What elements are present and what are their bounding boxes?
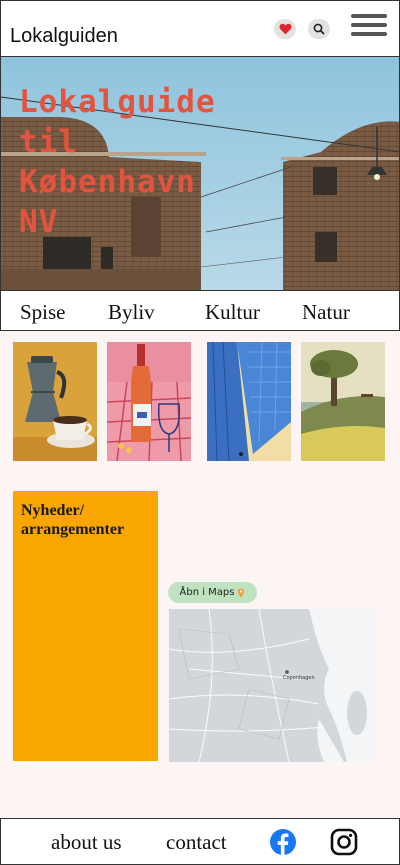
category-image-spise[interactable]: [13, 342, 97, 461]
hero-title-line: NV: [19, 204, 59, 240]
news-events-title: Nyheder/ arrangementer: [21, 501, 150, 539]
tree-illustration: [301, 342, 385, 461]
hero-banner: Lokalguide til København NV: [0, 57, 400, 290]
map-preview[interactable]: Copenhagen: [169, 609, 374, 762]
news-title-line: Nyheder/: [21, 502, 85, 519]
category-byliv[interactable]: Byliv: [108, 300, 155, 325]
hero-title: Lokalguide til København NV: [19, 82, 259, 242]
category-kultur[interactable]: Kultur: [205, 300, 260, 325]
moka-pot-illustration: [13, 342, 97, 461]
wine-illustration: [107, 342, 191, 461]
facebook-icon[interactable]: [269, 828, 297, 856]
search-icon: [313, 23, 325, 35]
map-graphic: Copenhagen: [169, 609, 374, 762]
favorites-button[interactable]: [274, 19, 296, 39]
open-in-maps-label: Åbn i Maps: [179, 587, 235, 598]
hamburger-menu-icon[interactable]: [351, 14, 387, 38]
building-illustration: [207, 342, 291, 461]
category-nav: Spise Byliv Kultur Natur: [0, 290, 400, 331]
brand-title[interactable]: Lokalguiden: [10, 25, 118, 48]
about-us-link[interactable]: about us: [51, 830, 122, 855]
heart-icon: [278, 23, 292, 35]
category-image-natur[interactable]: [301, 342, 385, 461]
category-image-kultur[interactable]: [207, 342, 291, 461]
hero-title-line: Lokalguide: [19, 84, 216, 120]
open-in-maps-button[interactable]: Åbn i Maps: [168, 582, 257, 603]
category-spise[interactable]: Spise: [20, 300, 66, 325]
hero-title-line: til: [19, 124, 78, 160]
hero-title-line: København: [19, 164, 196, 200]
news-events-box[interactable]: Nyheder/ arrangementer: [13, 491, 158, 761]
page: Lokalguiden Lokalguide til København NV …: [0, 0, 400, 865]
footer: about us contact: [0, 818, 400, 865]
news-title-line: arrangementer: [21, 521, 125, 538]
category-natur[interactable]: Natur: [302, 300, 350, 325]
contact-link[interactable]: contact: [166, 830, 227, 855]
category-image-byliv[interactable]: [107, 342, 191, 461]
map-city-label: Copenhagen: [283, 675, 315, 681]
instagram-icon[interactable]: [330, 828, 358, 856]
pin-icon: [238, 587, 245, 598]
top-bar: Lokalguiden: [0, 0, 400, 57]
search-button[interactable]: [308, 19, 330, 39]
